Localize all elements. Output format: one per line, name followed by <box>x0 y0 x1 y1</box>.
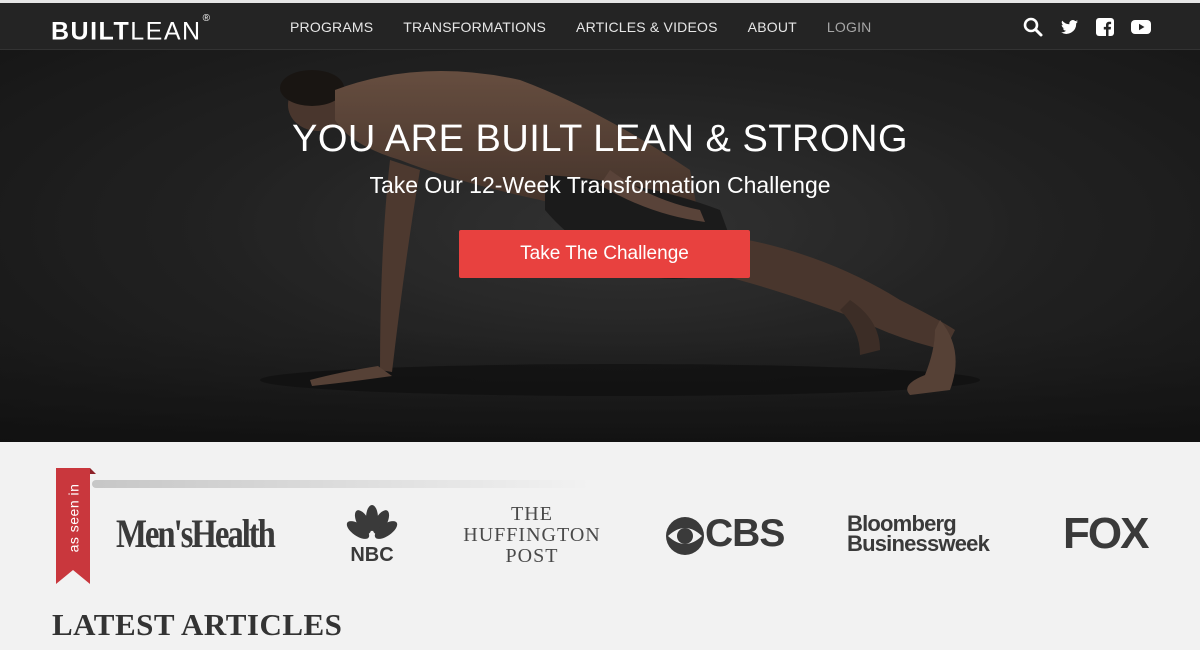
hero-banner: YOU ARE BUILT LEAN & STRONG Take Our 12-… <box>0 50 1200 442</box>
nbc-logo-text: NBC <box>350 544 394 566</box>
builtlean-logo[interactable]: BUILTLEAN® <box>51 13 212 44</box>
hero-subheadline: Take Our 12-Week Transformation Challeng… <box>369 172 831 198</box>
ribbon-shadow-bar <box>92 480 592 488</box>
ribbon-label-wrap: as seen in <box>56 468 90 568</box>
logo-bold-text: BUILT <box>51 17 131 46</box>
cbs-logo-text: CBS <box>705 512 785 555</box>
as-seen-in-label: as seen in <box>65 483 82 553</box>
nav-articles-videos[interactable]: ARTICLES & VIDEOS <box>576 19 718 35</box>
main-menu: PROGRAMS TRANSFORMATIONS ARTICLES & VIDE… <box>290 3 901 50</box>
huffington-line-3: POST <box>505 545 559 567</box>
social-links <box>1022 16 1152 38</box>
twitter-icon[interactable] <box>1058 16 1080 38</box>
as-seen-in-section: as seen in Men'sHealth NBC THE HUFFINGTO… <box>0 442 1200 592</box>
facebook-icon[interactable] <box>1094 16 1116 38</box>
nav-about[interactable]: ABOUT <box>748 19 797 35</box>
huffington-line-1: THE <box>511 503 553 525</box>
hero-headline: YOU ARE BUILT LEAN & STRONG <box>291 118 909 160</box>
bloomberg-businessweek-logo: Bloomberg Businessweek <box>847 513 990 556</box>
huffington-line-2: HUFFINGTON <box>463 524 601 546</box>
take-the-challenge-button[interactable]: Take The Challenge <box>459 230 750 278</box>
latest-articles-heading: LATEST ARTICLES <box>52 607 343 642</box>
fox-logo: FOX <box>1063 509 1149 558</box>
cbs-eye-icon <box>666 517 704 555</box>
bloomberg-line-2: Businessweek <box>847 531 990 556</box>
nav-login[interactable]: LOGIN <box>827 19 872 35</box>
logo-light-text: LEAN <box>130 17 202 46</box>
mens-health-logo: Men'sHealth <box>116 511 276 556</box>
nav-programs[interactable]: PROGRAMS <box>290 19 373 35</box>
logo-registered-mark: ® <box>202 13 212 24</box>
nav-transformations[interactable]: TRANSFORMATIONS <box>403 19 546 35</box>
huffington-post-logo: THE HUFFINGTON POST <box>456 504 608 567</box>
top-navigation: BUILTLEAN® PROGRAMS TRANSFORMATIONS ARTI… <box>0 3 1200 50</box>
search-icon[interactable] <box>1022 16 1044 38</box>
youtube-icon[interactable] <box>1130 16 1152 38</box>
